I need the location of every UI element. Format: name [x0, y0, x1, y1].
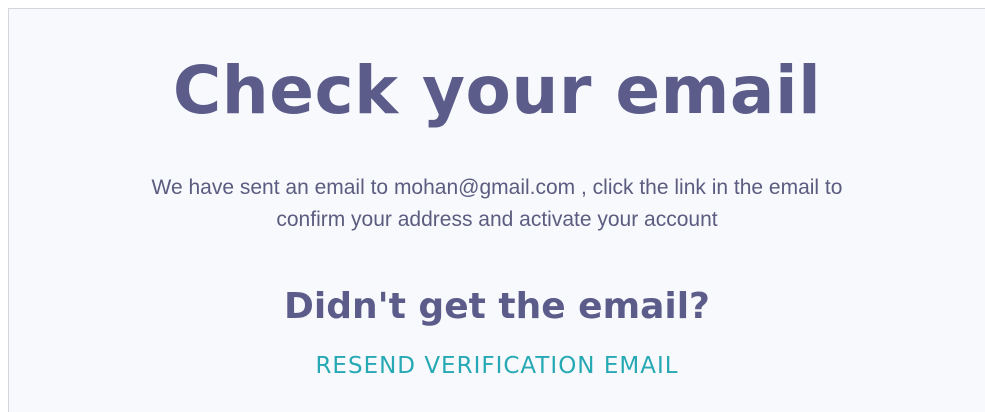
page-title: Check your email: [172, 52, 822, 129]
verification-message: We have sent an email to mohan@gmail.com…: [49, 172, 945, 236]
resend-verification-button[interactable]: RESEND VERIFICATION EMAIL: [262, 349, 732, 383]
message-line-2: confirm your address and activate your a…: [276, 208, 718, 231]
resend-prompt: Didn't get the email?: [284, 286, 710, 327]
message-line-1: We have sent an email to mohan@gmail.com…: [151, 176, 843, 199]
verification-card: Check your email We have sent an email t…: [8, 8, 985, 412]
